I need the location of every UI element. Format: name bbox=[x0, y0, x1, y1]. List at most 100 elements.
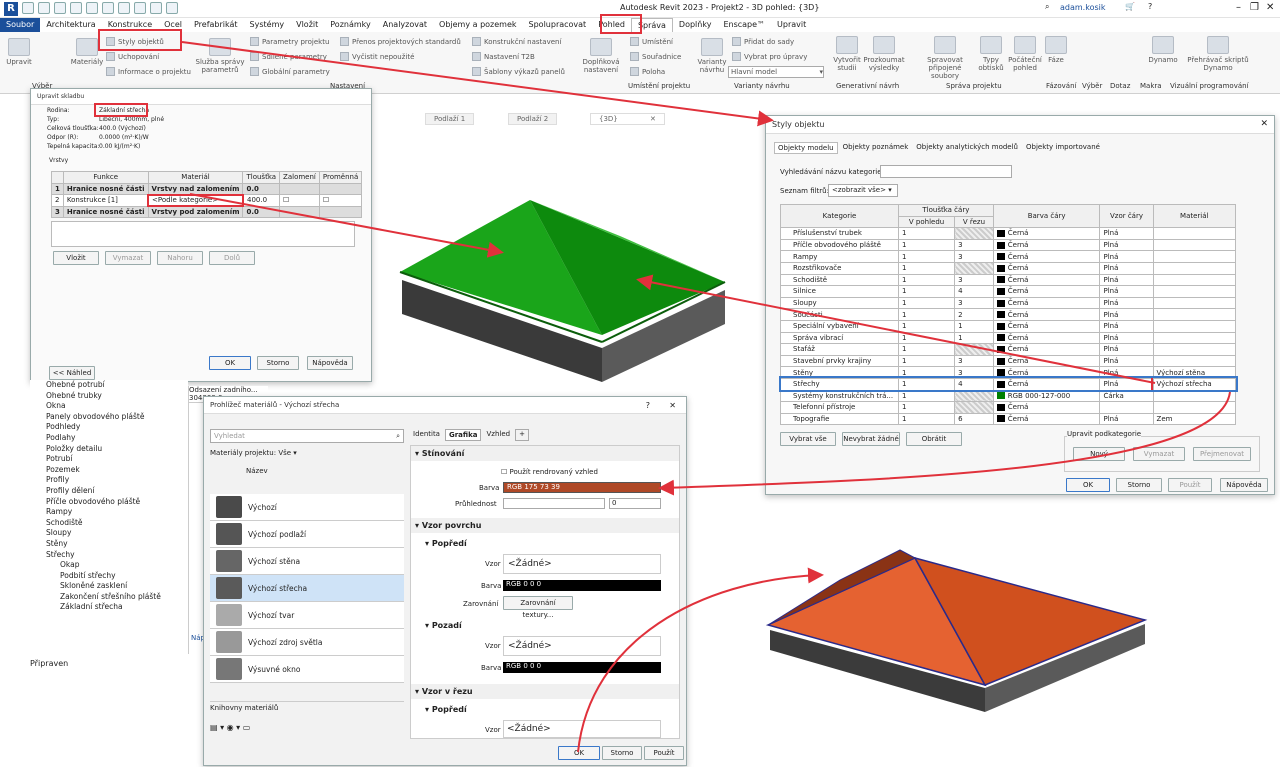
materials-list-header[interactable]: Materiály projektu: Vše ▾ bbox=[210, 449, 297, 457]
panel-templates-button[interactable]: Šablony výkazů panelů bbox=[472, 67, 565, 76]
cell[interactable]: Plná bbox=[1099, 250, 1154, 263]
tree-item[interactable]: Podbití střechy bbox=[30, 571, 188, 582]
cell[interactable]: Černá bbox=[992, 273, 1101, 287]
material-cell[interactable]: <Podle kategorie> bbox=[147, 193, 244, 208]
fg-color-swatch[interactable]: RGB 0 0 0 bbox=[503, 580, 661, 591]
cell[interactable]: Příslušenství trubek bbox=[780, 227, 899, 240]
global-params-button[interactable]: Globální parametry bbox=[250, 67, 330, 76]
user-name[interactable]: adam.kosik bbox=[1060, 3, 1105, 12]
cell[interactable]: 1 bbox=[897, 331, 956, 345]
material-ok-button[interactable]: OK bbox=[558, 746, 600, 760]
create-study-button[interactable]: Vytvořit studii bbox=[830, 36, 864, 72]
down-button[interactable]: Dolů bbox=[209, 251, 255, 265]
cell[interactable]: RGB 000-127-000 bbox=[992, 389, 1101, 403]
cancel-button[interactable]: Storno bbox=[257, 356, 299, 370]
cell[interactable]: Černá bbox=[992, 343, 1101, 356]
revit-logo[interactable]: R bbox=[4, 2, 18, 16]
table-row[interactable]: Sloupy 1 3 Černá Plná bbox=[780, 296, 1237, 310]
preview-button[interactable]: << Náhled bbox=[49, 366, 95, 380]
tree-item[interactable]: Zakončení střešního pláště bbox=[30, 592, 188, 603]
cell[interactable] bbox=[954, 261, 994, 275]
table-row[interactable]: Systémy konstrukčních trá... 1 RGB 000-127… bbox=[780, 389, 1237, 403]
tree-item[interactable]: Profily bbox=[30, 475, 188, 486]
search-help-icon[interactable]: ⌕ bbox=[1045, 2, 1049, 12]
material-item[interactable]: Výchozí stěna bbox=[210, 548, 404, 575]
main-model-select[interactable]: Hlavní model ▾ bbox=[728, 66, 824, 78]
table-row[interactable]: Silnice 1 4 Černá Plná bbox=[780, 285, 1237, 298]
add-to-set-button[interactable]: Přidat do sady bbox=[732, 37, 794, 46]
table-row[interactable]: Topografie 1 6 Černá Plná Zem bbox=[780, 412, 1237, 426]
material-browser-help-icon[interactable]: ? bbox=[646, 401, 650, 410]
cell[interactable]: Systémy konstrukčních trá... bbox=[780, 389, 899, 403]
filter-list-select[interactable]: <zobrazit vše> ▾ bbox=[828, 184, 898, 197]
material-apply-button[interactable]: Použít bbox=[644, 746, 684, 760]
cell[interactable]: 1 bbox=[897, 238, 956, 252]
use-render-checkbox[interactable]: ☐ Použít rendrovaný vzhled bbox=[501, 468, 598, 476]
cell[interactable]: Výchozí stěna bbox=[1152, 366, 1237, 379]
material-item[interactable]: Výchozí tvar bbox=[210, 602, 404, 629]
cell[interactable]: 3 bbox=[954, 238, 994, 252]
starting-view-button[interactable]: Počáteční pohled bbox=[1008, 36, 1042, 72]
tree-item[interactable]: Panely obvodového pláště bbox=[30, 412, 188, 423]
cell[interactable]: Střechy bbox=[780, 377, 899, 391]
print-icon[interactable] bbox=[86, 2, 98, 14]
tab-systemy[interactable]: Systémy bbox=[244, 18, 291, 32]
object-styles-apply-button[interactable]: Použít bbox=[1168, 478, 1212, 492]
table-row[interactable]: 3 Hranice nosné části Vrstvy pod zalomením… bbox=[51, 205, 363, 219]
category-search-input[interactable] bbox=[880, 165, 1012, 178]
table-row[interactable]: Součásti 1 2 Černá Plná bbox=[780, 308, 1237, 321]
cell[interactable]: Plná bbox=[1099, 308, 1154, 321]
tree-item[interactable]: Položky detailu bbox=[30, 444, 188, 455]
additional-settings-button[interactable]: Doplňková nastavení bbox=[578, 38, 624, 74]
tree-item[interactable]: Podlahy bbox=[30, 433, 188, 444]
cell[interactable]: Plná bbox=[1099, 343, 1154, 356]
object-styles-cancel-button[interactable]: Storno bbox=[1116, 478, 1162, 492]
cell[interactable]: Plná bbox=[1099, 227, 1154, 240]
param-service-button[interactable]: Služba správy parametrů bbox=[192, 38, 248, 74]
cell[interactable]: Černá bbox=[992, 401, 1101, 414]
cell[interactable]: 3 bbox=[954, 366, 994, 379]
new-subcategory-button[interactable]: Nový bbox=[1073, 447, 1125, 461]
3d-view-icon[interactable] bbox=[134, 2, 146, 14]
cell[interactable]: Černá bbox=[992, 377, 1101, 391]
pattern-value[interactable]: <Žádné> bbox=[503, 554, 661, 574]
transparency-value[interactable]: 0 bbox=[609, 498, 661, 509]
location-button[interactable]: Umístění bbox=[630, 37, 673, 46]
phases-button[interactable]: Fáze bbox=[1044, 36, 1068, 64]
cart-icon[interactable]: 🛒 bbox=[1125, 2, 1135, 11]
tab-view-level1[interactable]: Podlaží 1 bbox=[425, 113, 475, 125]
tab-view-3d[interactable]: {3D} ✕ bbox=[590, 113, 665, 125]
cell[interactable] bbox=[1152, 343, 1237, 356]
structural-settings-button[interactable]: Konstrukční nastavení bbox=[472, 37, 561, 46]
tree-item[interactable]: Příčle obvodového pláště bbox=[30, 497, 188, 508]
cell[interactable]: 1 bbox=[897, 366, 956, 379]
material-cancel-button[interactable]: Storno bbox=[602, 746, 642, 760]
cell[interactable]: 1 bbox=[897, 261, 956, 275]
dynamo-player-button[interactable]: Přehrávač skriptů Dynamo bbox=[1182, 36, 1254, 72]
tree-item[interactable]: Sloupy bbox=[30, 528, 188, 539]
project-info-button[interactable]: Informace o projektu bbox=[106, 67, 191, 76]
rename-subcategory-button[interactable]: Přejmenovat bbox=[1193, 447, 1251, 461]
redo-icon[interactable] bbox=[70, 2, 82, 14]
cell[interactable]: Speciální vybavení bbox=[780, 319, 899, 333]
tab-analytical-objects[interactable]: Objekty analytických modelů bbox=[913, 142, 1021, 154]
tab-spolupracovat[interactable]: Spolupracovat bbox=[523, 18, 593, 32]
cell[interactable]: Silnice bbox=[780, 285, 899, 298]
decal-types-button[interactable]: Typy obtisků bbox=[976, 36, 1006, 72]
cell[interactable]: Příčle obvodového pláště bbox=[780, 238, 899, 252]
cell[interactable]: Čárka bbox=[1099, 389, 1154, 403]
variable-checkbox[interactable]: ☐ bbox=[318, 194, 363, 207]
cell[interactable] bbox=[1152, 238, 1237, 252]
material-item-selected[interactable]: Výchozí střecha bbox=[210, 575, 404, 602]
measure-icon[interactable] bbox=[102, 2, 114, 14]
cell[interactable]: Černá bbox=[992, 366, 1101, 379]
cell[interactable]: 1 bbox=[897, 285, 956, 298]
table-row[interactable]: Telefonní přístroje 1 Černá bbox=[780, 401, 1237, 414]
cell[interactable]: Rozstřikovače bbox=[780, 261, 899, 275]
tab-model-objects[interactable]: Objekty modelu bbox=[774, 142, 838, 154]
cell[interactable]: 1 bbox=[897, 296, 956, 310]
cell[interactable] bbox=[1152, 308, 1237, 321]
cell[interactable] bbox=[1152, 227, 1237, 240]
section-icon[interactable] bbox=[150, 2, 162, 14]
transfer-standards-button[interactable]: Přenos projektových standardů bbox=[340, 37, 461, 46]
